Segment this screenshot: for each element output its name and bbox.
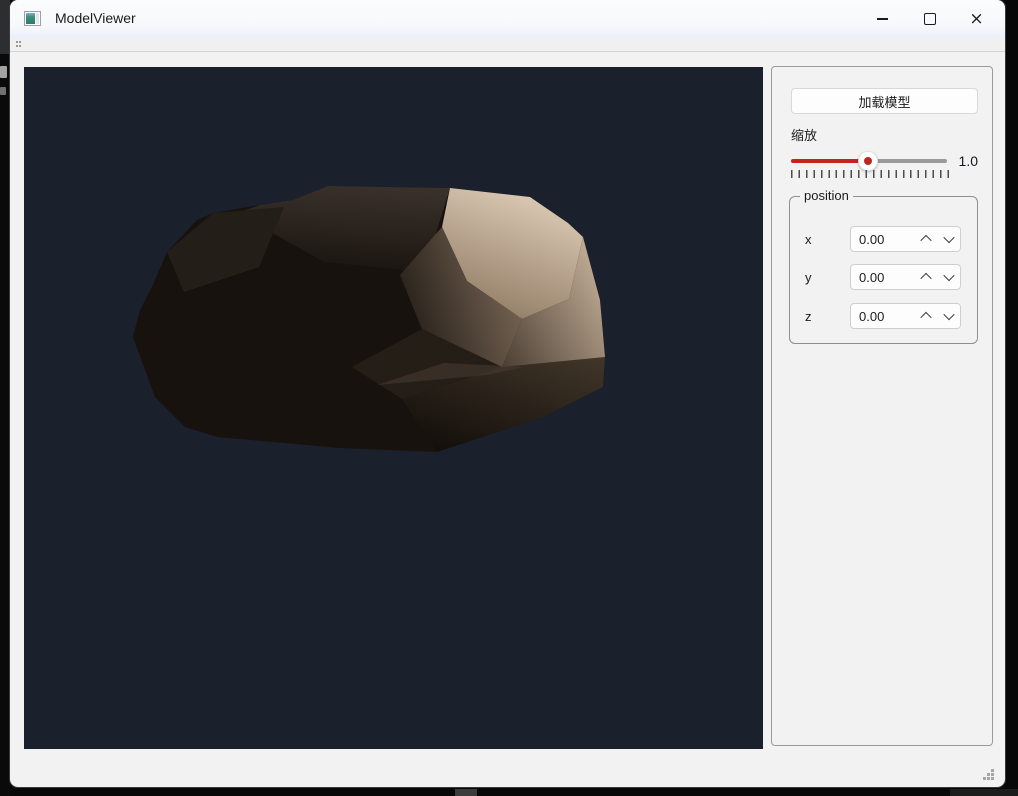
chevron-down-icon [942,231,955,244]
load-model-button[interactable]: 加载模型 [791,88,978,114]
taskbar-fragment [950,789,1018,796]
z-decrement-button[interactable] [937,304,960,328]
position-row-y: y [805,264,965,290]
chevron-down-icon [942,269,955,282]
position-x-input[interactable] [851,231,914,247]
chevron-up-icon [919,234,932,247]
position-row-x: x [805,226,965,252]
toolbar [10,38,1005,52]
y-label: y [805,269,812,285]
slider-ticks [791,170,949,178]
slider-handle[interactable] [858,151,878,171]
minimize-button[interactable] [859,0,906,38]
slider-track-empty [868,159,947,163]
z-label: z [805,308,812,324]
desktop: ModelViewer × 加载模型 缩放 1.0 position x 0.0… [0,0,1018,796]
chevron-up-icon [919,272,932,285]
window-controls: × [859,0,1000,38]
scale-slider[interactable] [791,151,947,171]
control-panel: 加载模型 缩放 1.0 position x 0.00 y 0.00 z 0.0… [771,66,993,746]
background-window-titlebar [0,0,10,54]
position-y-spinbox [850,264,961,290]
position-y-input[interactable] [851,269,914,285]
modelviewer-window: ModelViewer × 加载模型 缩放 1.0 position x 0.0… [10,0,1005,787]
maximize-icon [923,13,936,25]
position-x-spinbox [850,226,961,252]
chevron-up-icon [919,311,932,324]
scale-label: 缩放 [791,128,818,143]
viewport-3d[interactable] [24,67,763,749]
position-z-input[interactable] [851,308,914,324]
scale-value: 1.0 [958,153,978,169]
slider-track-filled [791,159,868,163]
close-icon: × [969,8,984,29]
y-increment-button[interactable] [914,265,937,289]
resize-grip-icon[interactable] [983,769,995,781]
chevron-down-icon [942,308,955,321]
taskbar-fragment [455,789,477,796]
close-button[interactable]: × [953,0,1000,38]
background-text-fragment [0,87,6,95]
position-group-title: position [800,188,853,203]
z-increment-button[interactable] [914,304,937,328]
background-window-strip [0,0,10,796]
position-groupbox: position x y [789,188,978,344]
position-z-spinbox [850,303,961,329]
window-title: ModelViewer [55,10,136,26]
app-icon [24,11,41,26]
x-increment-button[interactable] [914,227,937,251]
position-row-z: z [805,303,965,329]
y-decrement-button[interactable] [937,265,960,289]
background-text-fragment [0,66,7,78]
maximize-button[interactable] [906,0,953,38]
minimize-icon [877,18,888,20]
model-rock [133,186,605,452]
x-decrement-button[interactable] [937,227,960,251]
x-label: x [805,231,812,247]
titlebar[interactable]: ModelViewer × [10,0,1005,38]
toolbar-grip-icon[interactable] [16,41,18,43]
